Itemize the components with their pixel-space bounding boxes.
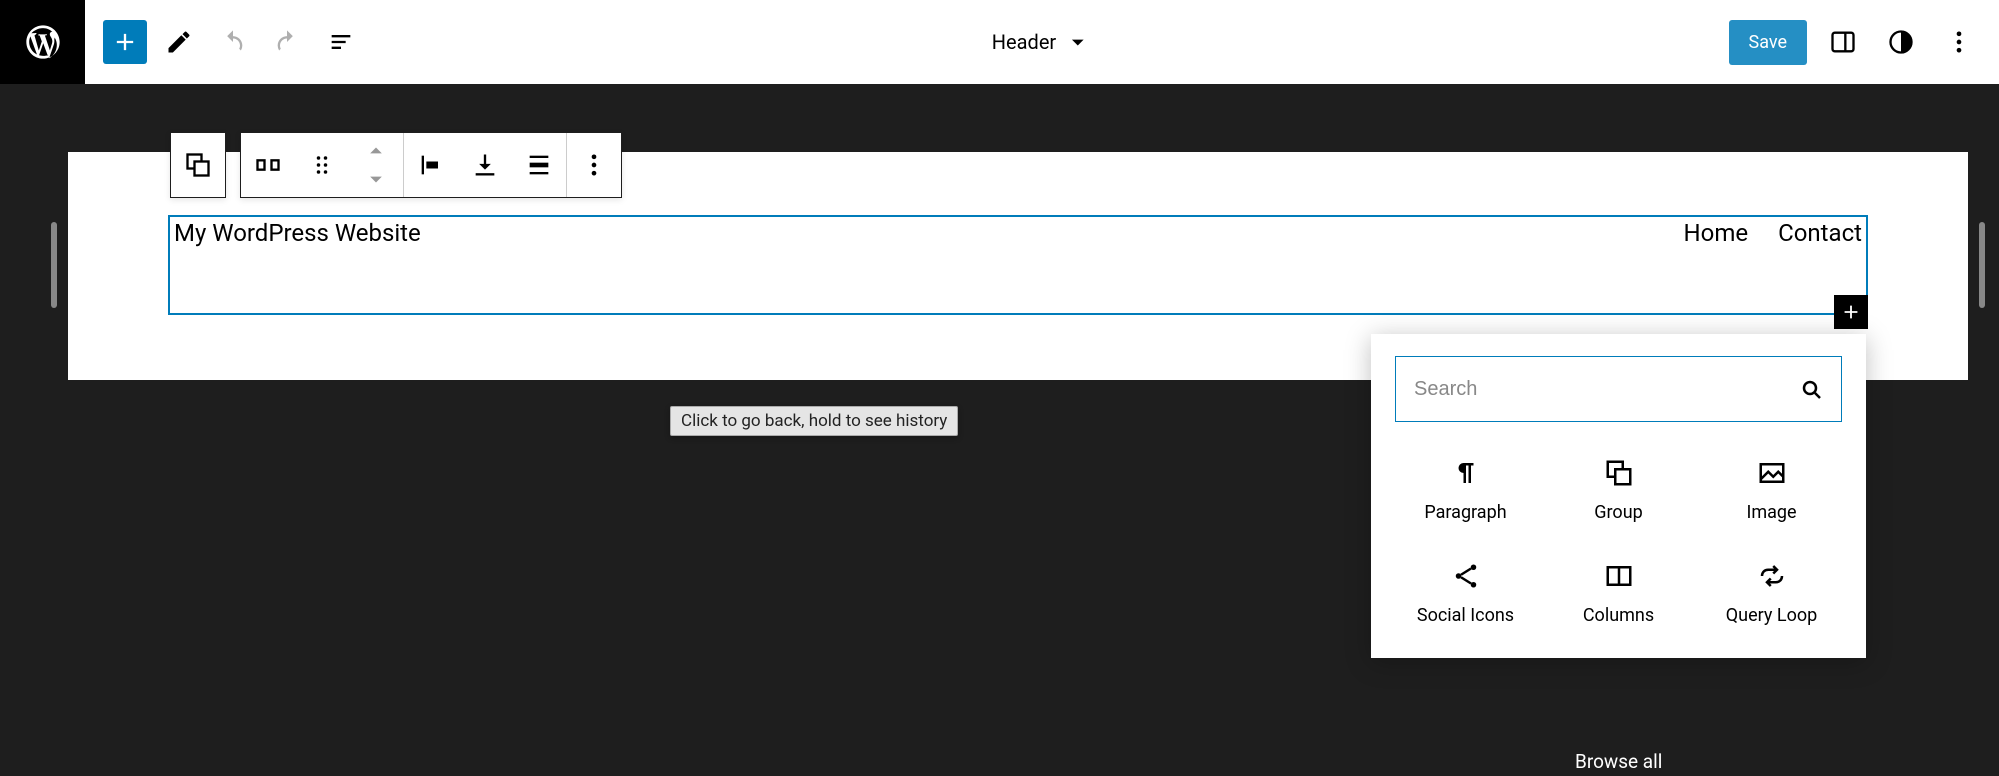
block-inserter-popover: Paragraph Group Image Social Icons Colum… xyxy=(1371,334,1866,658)
justify-button[interactable] xyxy=(404,133,458,197)
template-selector[interactable]: Header xyxy=(992,28,1092,56)
inserter-search[interactable] xyxy=(1395,356,1842,422)
inserter-block-social-icons[interactable]: Social Icons xyxy=(1395,553,1536,634)
editor-topbar: Header Save xyxy=(85,0,1999,84)
group-icon xyxy=(1604,458,1634,488)
chevron-up-icon xyxy=(362,137,390,165)
redo-button[interactable] xyxy=(265,20,309,64)
move-up-down-button[interactable] xyxy=(349,133,403,197)
drag-icon xyxy=(308,151,336,179)
inserter-block-paragraph[interactable]: Paragraph xyxy=(1395,450,1536,531)
block-type-group-button[interactable] xyxy=(171,133,225,197)
undo-button[interactable] xyxy=(211,20,255,64)
inserter-toggle-button[interactable] xyxy=(103,20,147,64)
inserter-block-query-loop[interactable]: Query Loop xyxy=(1701,553,1842,634)
undo-icon xyxy=(219,28,247,56)
align-icon xyxy=(471,151,499,179)
nav-link-home[interactable]: Home xyxy=(1684,219,1749,247)
plus-icon xyxy=(1840,301,1862,323)
more-vertical-icon xyxy=(1945,28,1973,56)
block-toolbar xyxy=(170,132,622,198)
vertical-align-button[interactable] xyxy=(512,133,566,197)
pencil-icon xyxy=(165,28,193,56)
resize-handle-right[interactable] xyxy=(1979,222,1985,308)
block-options-button[interactable] xyxy=(567,133,621,197)
plus-icon xyxy=(111,28,139,56)
nav-link-contact[interactable]: Contact xyxy=(1778,219,1862,247)
sidebar-icon xyxy=(1829,28,1857,56)
styles-toggle[interactable] xyxy=(1879,20,1923,64)
inserter-block-image[interactable]: Image xyxy=(1701,450,1842,531)
share-icon xyxy=(1451,561,1481,591)
save-button[interactable]: Save xyxy=(1729,20,1808,65)
more-vertical-icon xyxy=(580,151,608,179)
add-block-button[interactable] xyxy=(1834,295,1868,329)
list-view-icon xyxy=(327,28,355,56)
browse-all-button[interactable]: Browse all xyxy=(1575,750,1662,773)
inserter-block-columns[interactable]: Columns xyxy=(1548,553,1689,634)
wordpress-logo-icon xyxy=(23,22,63,62)
paragraph-icon xyxy=(1451,458,1481,488)
loop-icon xyxy=(1757,561,1787,591)
vertical-align-icon xyxy=(525,151,553,179)
row-icon xyxy=(254,151,282,179)
settings-sidebar-toggle[interactable] xyxy=(1821,20,1865,64)
navigation-block[interactable]: Home Contact xyxy=(1684,219,1862,247)
back-history-tooltip: Click to go back, hold to see history xyxy=(670,406,958,436)
search-icon xyxy=(1799,377,1823,401)
row-variation-button[interactable] xyxy=(241,133,295,197)
template-label: Header xyxy=(992,30,1056,54)
wordpress-home-button[interactable] xyxy=(0,0,85,84)
drag-handle[interactable] xyxy=(295,133,349,197)
chevron-down-icon xyxy=(362,165,390,193)
styles-icon xyxy=(1887,28,1915,56)
image-icon xyxy=(1757,458,1787,488)
inserter-block-group[interactable]: Group xyxy=(1548,450,1689,531)
justify-left-icon xyxy=(417,151,445,179)
align-button[interactable] xyxy=(458,133,512,197)
group-icon xyxy=(184,151,212,179)
columns-icon xyxy=(1604,561,1634,591)
header-row-block[interactable]: My WordPress Website Home Contact xyxy=(168,215,1868,315)
tools-button[interactable] xyxy=(157,20,201,64)
document-overview-button[interactable] xyxy=(319,20,363,64)
inserter-search-input[interactable] xyxy=(1414,378,1787,401)
redo-icon xyxy=(273,28,301,56)
options-button[interactable] xyxy=(1937,20,1981,64)
chevron-down-icon xyxy=(1064,28,1092,56)
site-title-block[interactable]: My WordPress Website xyxy=(174,219,421,247)
resize-handle-left[interactable] xyxy=(51,222,57,308)
